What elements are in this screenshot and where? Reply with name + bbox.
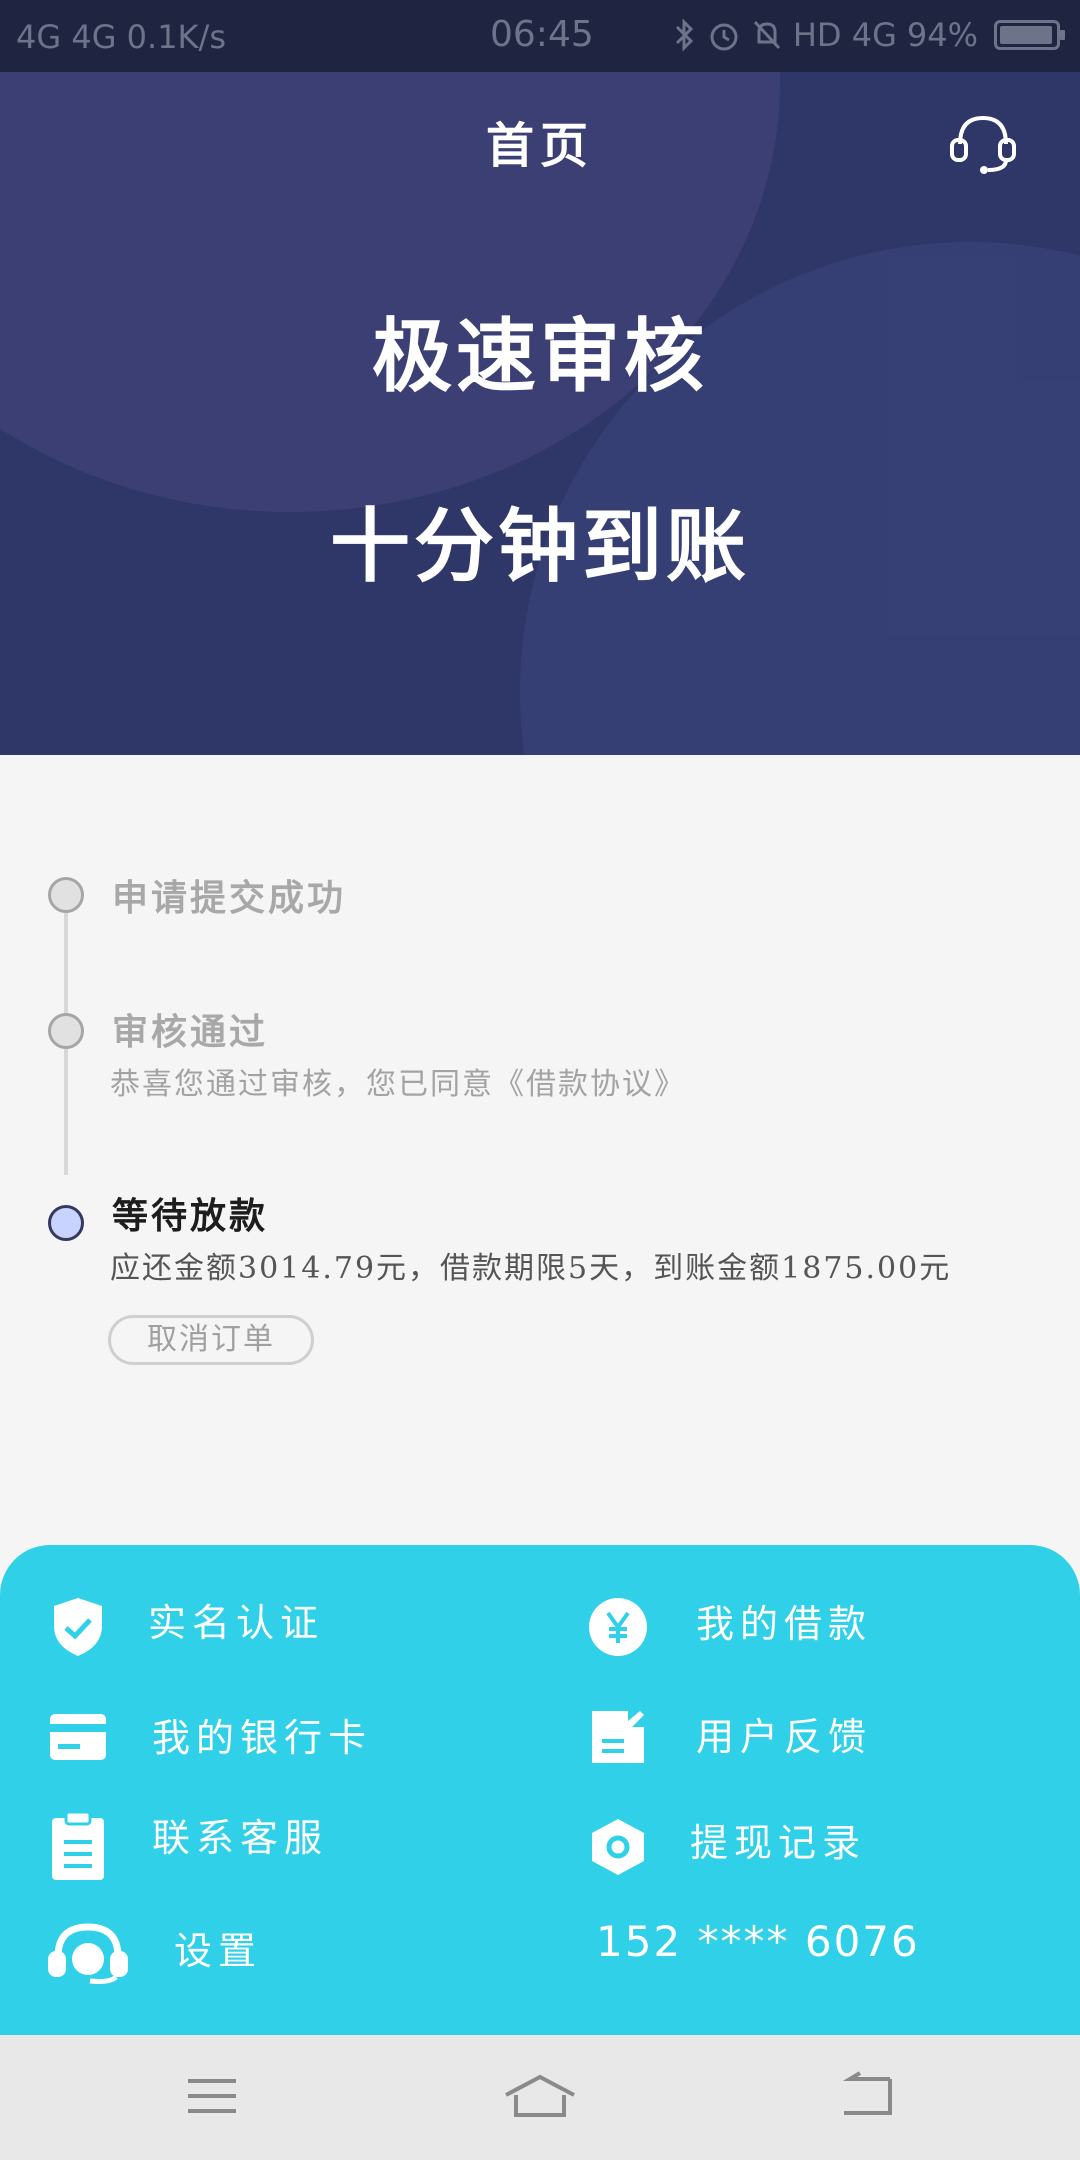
home-icon[interactable] <box>502 2071 578 2121</box>
step-desc: 恭喜您通过审核，您已同意《借款协议》 <box>110 1067 686 1102</box>
menu-item-real-name[interactable]: 实名认证 <box>46 1595 324 1659</box>
menu-item-feedback[interactable]: 用户反馈 <box>586 1705 872 1769</box>
hero-line-1: 极速审核 <box>372 310 708 403</box>
step-dot <box>48 877 84 913</box>
menu-label: 联系客服 <box>152 1815 329 1860</box>
loan-status-timeline: 申请提交成功 审核通过 恭喜您通过审核，您已同意《借款协议》 等待放款 应还金额… <box>0 755 1080 1555</box>
signal-text: 4G 4G 0.1K/s <box>16 18 226 56</box>
system-nav-bar <box>0 2035 1080 2160</box>
bluetooth-icon <box>675 18 693 52</box>
customer-service-icon[interactable] <box>948 110 1018 176</box>
menu-item-my-loans[interactable]: 我的借款 <box>586 1595 872 1659</box>
step-dot-active <box>48 1205 84 1241</box>
menu-item-withdraw-records[interactable]: 提现记录 <box>586 1815 866 1879</box>
shield-check-icon <box>46 1595 110 1659</box>
step-desc-active: 应还金额3014.79元，借款期限5天，到账金额1875.00元 <box>110 1251 952 1286</box>
menu-label: 设置 <box>174 1928 263 1973</box>
status-bar: 4G 4G 0.1K/s 06:45 HD 4G 94% <box>0 0 1080 72</box>
mute-bell-icon <box>753 20 780 50</box>
menu-label: 提现记录 <box>690 1820 867 1865</box>
cancel-order-button[interactable]: 取消订单 <box>108 1315 314 1365</box>
menu-label: 我的银行卡 <box>152 1715 373 1760</box>
hexagon-icon <box>586 1815 650 1879</box>
menu-lines-icon[interactable] <box>182 2071 242 2121</box>
back-icon[interactable] <box>838 2071 898 2121</box>
status-time: 06:45 <box>490 14 594 55</box>
menu-item-settings[interactable]: 设置 <box>46 1921 262 1985</box>
status-right: HD 4G 94% <box>673 16 1065 54</box>
page-title: 首页 <box>485 118 594 174</box>
bank-card-icon <box>46 1705 110 1769</box>
menu-panel: 实名认证 我的借款 我的银行卡 用户反馈 联系客服 提现记录 设置 152 **… <box>0 1545 1080 2035</box>
step-title: 申请提交成功 <box>112 877 347 919</box>
menu-item-bank-card[interactable]: 我的银行卡 <box>46 1705 372 1769</box>
hero-line-2: 十分钟到账 <box>330 500 750 593</box>
battery-percent: 94% <box>906 16 978 54</box>
menu-label: 我的借款 <box>696 1601 873 1646</box>
headset-icon <box>46 1921 130 1985</box>
alarm-icon <box>710 23 738 51</box>
network-text: HD 4G <box>792 16 897 54</box>
battery-icon <box>994 20 1065 50</box>
user-phone-number: 152 **** 6076 <box>596 1917 920 1966</box>
yen-icon <box>586 1595 650 1659</box>
step-title-active: 等待放款 <box>112 1195 269 1237</box>
step-title: 审核通过 <box>112 1011 269 1053</box>
hero-banner: 首页 极速审核 十分钟到账 <box>0 72 1080 755</box>
menu-label: 用户反馈 <box>696 1714 873 1759</box>
menu-item-contact-service[interactable]: 联系客服 <box>46 1812 328 1880</box>
feedback-icon <box>586 1705 650 1769</box>
clipboard-icon <box>46 1812 110 1880</box>
step-dot <box>48 1013 84 1049</box>
menu-label: 实名认证 <box>148 1600 325 1645</box>
